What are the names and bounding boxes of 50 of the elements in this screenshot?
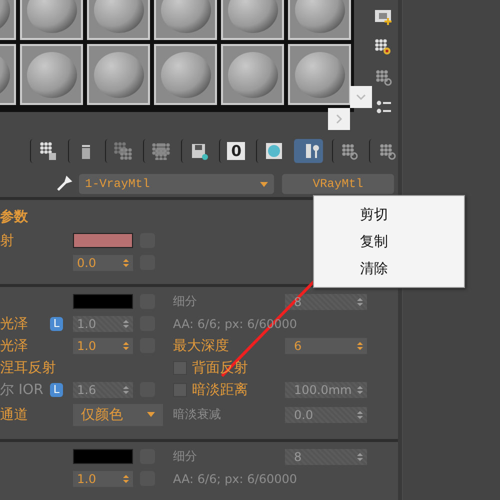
- parameter-label: 光泽: [0, 314, 29, 333]
- parameter-label: 暗淡距离: [192, 380, 248, 399]
- parameter-label: 最大深度: [173, 336, 229, 355]
- spheres-icon[interactable]: [114, 142, 132, 160]
- menu-item[interactable]: 复制: [314, 231, 464, 252]
- parameter-label: 涅耳反射: [0, 358, 57, 377]
- parameter-label: 尔 IOR: [0, 380, 44, 399]
- menu-item[interactable]: 剪切: [314, 204, 464, 225]
- parameter-label: 细分: [173, 448, 197, 466]
- caret-icon: [260, 182, 268, 187]
- material-type-button[interactable]: VRayMtl: [282, 174, 394, 194]
- magnifier-icon[interactable]: [374, 68, 392, 86]
- spheres-gear-icon[interactable]: [374, 38, 392, 56]
- material-name-field[interactable]: 1-VrayMtl: [79, 174, 274, 194]
- number-spinner[interactable]: 6: [285, 338, 367, 354]
- number-spinner[interactable]: 1.0: [73, 470, 133, 487]
- magnifier-icon[interactable]: [340, 142, 358, 160]
- spheres-icon[interactable]: [152, 142, 170, 160]
- lock-button[interactable]: L: [50, 382, 63, 397]
- sample-slot[interactable]: [154, 44, 217, 105]
- chevron-right-icon: [335, 114, 343, 124]
- parameter-label: 暗淡衰减: [173, 406, 221, 424]
- slot-number-button[interactable]: 0: [227, 142, 246, 160]
- channel-dropdown[interactable]: 仅颜色: [73, 404, 163, 426]
- sphere-icon[interactable]: [265, 142, 284, 160]
- lock-button[interactable]: L: [50, 316, 63, 331]
- scroll-right-button[interactable]: [328, 108, 350, 130]
- sample-slot[interactable]: [20, 44, 83, 105]
- parameter-label: 射: [0, 232, 15, 250]
- save-icon[interactable]: [190, 142, 208, 160]
- magnifier-icon[interactable]: [378, 142, 396, 160]
- hand-box-icon[interactable]: [38, 142, 57, 160]
- parameter-label: 细分: [173, 293, 197, 310]
- parameter-label: 光泽: [0, 336, 29, 355]
- list-icon[interactable]: [374, 98, 392, 116]
- color-swatch[interactable]: [73, 294, 133, 310]
- film-add-icon[interactable]: [374, 8, 392, 26]
- caret-icon: [147, 412, 155, 418]
- number-spinner[interactable]: 1.0: [73, 338, 133, 354]
- eyedropper-icon[interactable]: [55, 175, 73, 194]
- parameter-label: AA: 6/6; px: 6/60000: [173, 472, 297, 486]
- number-spinner[interactable]: 0.0: [73, 254, 133, 271]
- menu-item[interactable]: 清除: [314, 258, 464, 279]
- color-swatch[interactable]: [73, 233, 133, 248]
- sample-slot[interactable]: [221, 44, 284, 105]
- parameter-label: 通道: [0, 406, 29, 424]
- sample-slot[interactable]: [87, 44, 150, 105]
- chevron-down-icon: [356, 93, 366, 101]
- color-swatch[interactable]: [73, 449, 133, 464]
- sample-slot[interactable]: [288, 44, 351, 105]
